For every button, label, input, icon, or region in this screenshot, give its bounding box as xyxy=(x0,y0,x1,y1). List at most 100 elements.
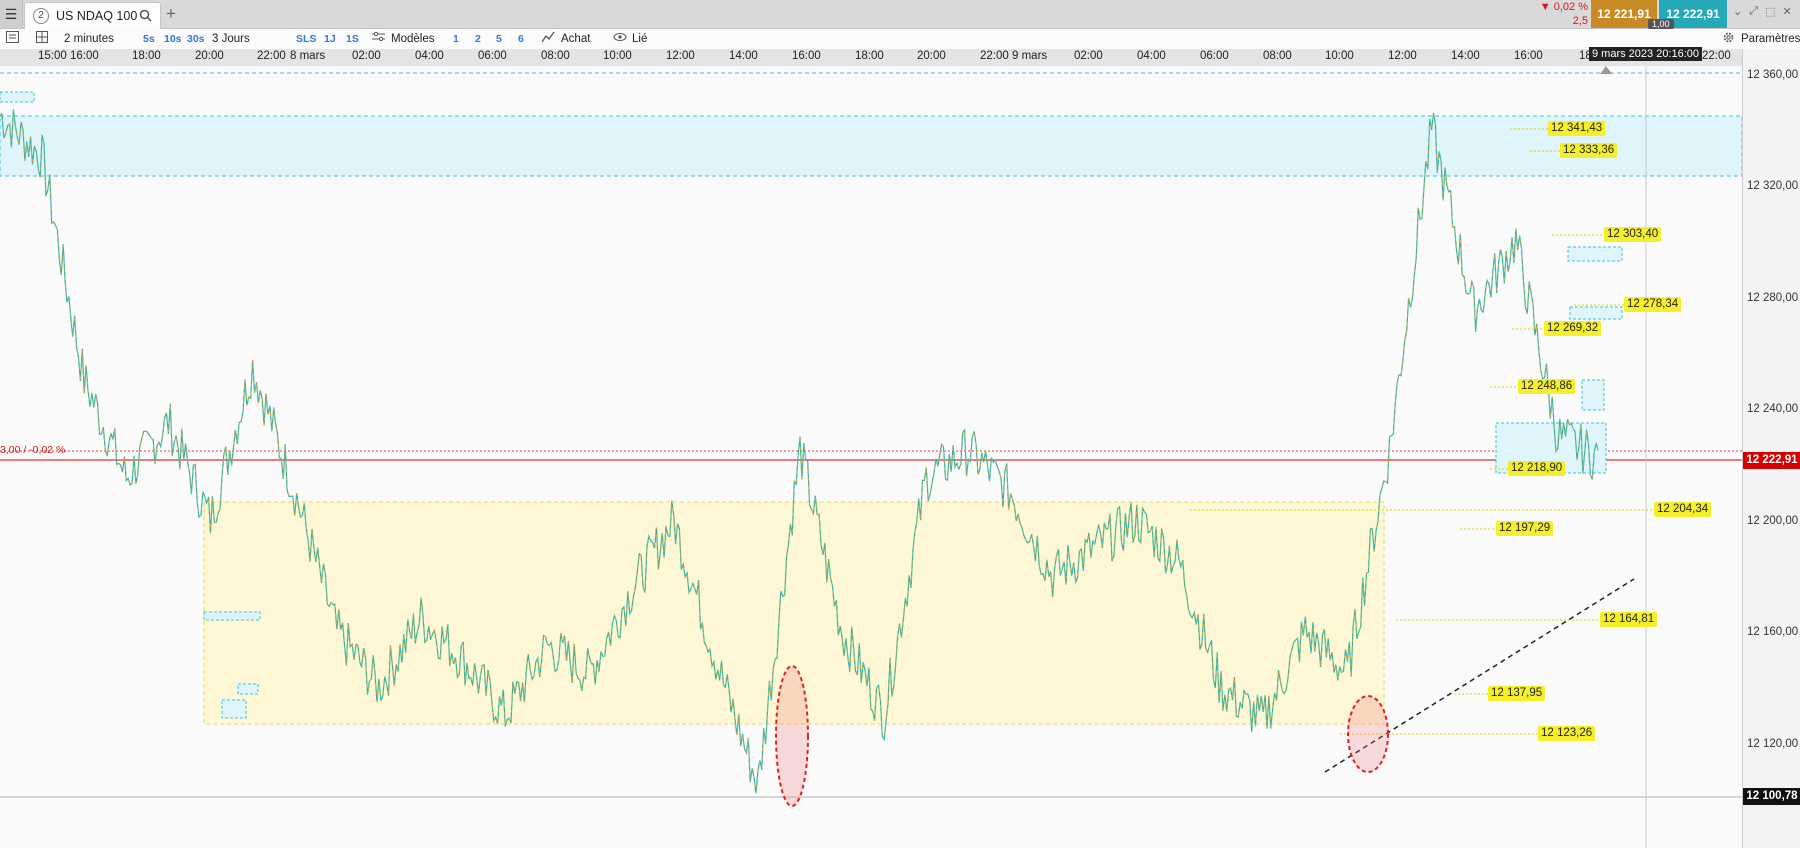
level-tag: 12 123,26 xyxy=(1538,726,1596,741)
view-1s[interactable]: 1S xyxy=(346,31,359,47)
time-label: 04:00 xyxy=(1137,50,1166,62)
time-label: 08:00 xyxy=(541,50,570,62)
price-tick: 12 200,00 xyxy=(1747,515,1799,527)
price-tick: 12 280,00 xyxy=(1747,292,1799,304)
time-label: 8 mars xyxy=(290,50,326,62)
time-label: 15:00 xyxy=(38,50,67,62)
current-price-label: 12 222,91 xyxy=(1743,452,1800,469)
level-tag: 12 248,86 xyxy=(1518,379,1576,394)
highlight-ellipse xyxy=(1347,695,1389,773)
session-low-label: 12 100,78 xyxy=(1743,788,1800,805)
time-label: 06:00 xyxy=(1200,50,1229,62)
level-tag: 12 333,36 xyxy=(1560,143,1618,158)
price-tick: 12 360,00 xyxy=(1747,69,1799,81)
buy-button[interactable]: Achat xyxy=(561,31,590,47)
time-label: 22:00 xyxy=(257,50,286,62)
time-label: 14:00 xyxy=(729,50,758,62)
time-label: 20:00 xyxy=(195,50,224,62)
time-label: 22:00 xyxy=(980,50,1009,62)
templates-icon[interactable] xyxy=(372,31,385,47)
zone-box xyxy=(203,611,261,621)
price-chart[interactable] xyxy=(0,66,1742,848)
time-label: 14:00 xyxy=(1451,50,1480,62)
view-1j[interactable]: 1J xyxy=(324,31,336,47)
time-label: 02:00 xyxy=(352,50,381,62)
layout-grid-icon[interactable] xyxy=(36,31,48,47)
cursor-marker-icon xyxy=(1600,66,1612,74)
zone-box xyxy=(1567,246,1623,262)
tab-title: US NDAQ 100 xyxy=(56,9,138,23)
chart-toolbar: 2 minutes 5s 10s 30s 3 Jours SLS 1J 1S M… xyxy=(0,29,1800,50)
zone-box xyxy=(1569,306,1623,320)
buy-icon[interactable] xyxy=(541,31,555,47)
level-tag: 12 164,81 xyxy=(1600,612,1658,627)
menu-icon[interactable]: ☰ xyxy=(0,0,23,28)
gear-icon[interactable] xyxy=(1722,31,1735,47)
settings-button[interactable]: Paramètres xyxy=(1741,31,1800,47)
zone-box xyxy=(1581,379,1605,411)
zone-box xyxy=(0,91,35,103)
time-label: 16:00 xyxy=(792,50,821,62)
tab-number-badge: 2 xyxy=(33,8,49,24)
time-label: 20:00 xyxy=(917,50,946,62)
change-percent: ▼ 0,02 % xyxy=(1539,1,1588,13)
price-tick: 12 240,00 xyxy=(1747,403,1799,415)
zone-box xyxy=(237,683,259,695)
tab-us-ndaq-100[interactable]: 2 US NDAQ 100 xyxy=(24,2,161,29)
chart-canvas[interactable]: 12 341,43 12 333,36 12 303,40 12 278,34 … xyxy=(0,66,1742,848)
price-tick: 12 320,00 xyxy=(1747,180,1799,192)
layout-6[interactable]: 6 xyxy=(518,31,524,47)
change-points: 2,5 xyxy=(1572,15,1588,27)
timeframe-select[interactable]: 2 minutes xyxy=(64,31,114,47)
time-label: 9 mars xyxy=(1012,50,1048,62)
price-axis: 12 360,00 12 320,00 12 280,00 12 240,00 … xyxy=(1742,49,1800,848)
zone-box xyxy=(221,699,247,719)
minimize-icon[interactable]: ⌄ xyxy=(1733,5,1742,18)
time-label: 18:00 xyxy=(132,50,161,62)
level-tag: 12 218,90 xyxy=(1508,461,1566,476)
list-icon[interactable] xyxy=(6,31,19,47)
price-tick: 12 120,00 xyxy=(1747,738,1799,750)
time-label: 18:00 xyxy=(855,50,884,62)
timeframe-5s[interactable]: 5s xyxy=(143,31,155,47)
timeframe-30s[interactable]: 30s xyxy=(187,31,205,47)
time-label: 22:00 xyxy=(1702,50,1731,62)
level-tag: 12 278,34 xyxy=(1624,297,1682,312)
view-sls[interactable]: SLS xyxy=(296,31,316,47)
layout-5[interactable]: 5 xyxy=(496,31,502,47)
add-tab-button[interactable]: + xyxy=(166,4,176,24)
change-display: ▼ 0,02 % 2,5 xyxy=(1536,0,1588,28)
time-label: 06:00 xyxy=(478,50,507,62)
time-label: 16:00 xyxy=(1514,50,1543,62)
level-tag: 12 137,95 xyxy=(1488,686,1546,701)
expand-icon[interactable]: ⤢ xyxy=(1749,5,1758,18)
crosshair-date-label: 9 mars 2023 20:16:00 xyxy=(1589,47,1703,61)
time-label: 10:00 xyxy=(603,50,632,62)
time-label: 12:00 xyxy=(666,50,695,62)
quantity-badge[interactable]: 1,00 xyxy=(1648,19,1674,29)
link-icon[interactable] xyxy=(613,31,627,47)
timeframe-10s[interactable]: 10s xyxy=(164,31,182,47)
level-tag: 12 204,34 xyxy=(1654,502,1712,517)
detach-icon[interactable]: ⬚ xyxy=(1765,5,1775,18)
level-tag: 12 341,43 xyxy=(1548,121,1606,136)
highlight-ellipse xyxy=(775,665,809,807)
tab-bar: ☰ 2 US NDAQ 100 + ▼ 0,02 % 2,5 12 221,91… xyxy=(0,0,1800,29)
period-select[interactable]: 3 Jours xyxy=(212,31,250,47)
level-tag: 12 197,29 xyxy=(1496,521,1554,536)
window-controls: ⌄ ⤢ ⬚ ✕ xyxy=(1733,5,1792,18)
link-button[interactable]: Lié xyxy=(632,31,647,47)
level-tag: 12 303,40 xyxy=(1604,227,1662,242)
level-tag: 12 269,32 xyxy=(1544,321,1602,336)
resistance-zone xyxy=(0,115,1742,177)
close-icon[interactable]: ✕ xyxy=(1782,5,1791,18)
time-label: 16:00 xyxy=(70,50,99,62)
prev-close-label: 3,00 / -0,02 % xyxy=(0,444,66,456)
time-label: 02:00 xyxy=(1074,50,1103,62)
time-label: 04:00 xyxy=(415,50,444,62)
layout-1[interactable]: 1 xyxy=(453,31,459,47)
templates-button[interactable]: Modèles xyxy=(391,31,434,47)
search-icon[interactable] xyxy=(139,9,152,25)
time-label: 10:00 xyxy=(1325,50,1354,62)
layout-2[interactable]: 2 xyxy=(475,31,481,47)
